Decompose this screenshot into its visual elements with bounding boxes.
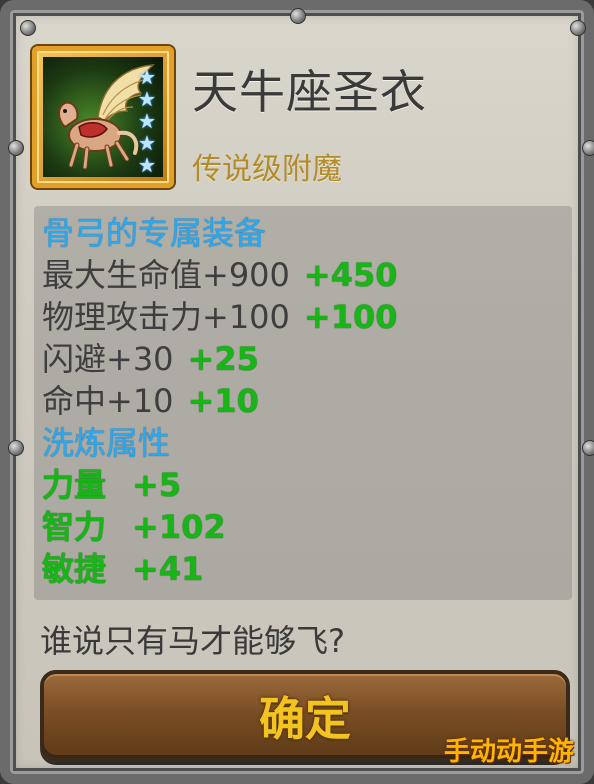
rivet-right-low <box>582 440 594 456</box>
exclusive-header: 骨弓的专属装备 <box>42 214 267 252</box>
stat-bonus: +100 <box>303 298 398 336</box>
refine-header: 洗炼属性 <box>42 424 171 462</box>
stat-bonus: +25 <box>187 340 259 378</box>
refine-row-strength: 力量 +5 <box>42 464 181 506</box>
refine-label: 力量 <box>42 466 107 504</box>
star-rating: ★ ★ ★ ★ ★ <box>133 67 161 175</box>
stat-row-physical-attack: 物理攻击力+100 +100 <box>42 296 398 338</box>
refine-bonus: +5 <box>132 466 182 504</box>
stat-bonus: +10 <box>187 382 259 420</box>
star-icon: ★ <box>138 131 156 155</box>
refine-row-agility: 敏捷 +41 <box>42 548 203 590</box>
refine-bonus: +102 <box>132 508 226 546</box>
refine-row-intelligence: 智力 +102 <box>42 506 226 548</box>
stat-row-max-hp: 最大生命值+900 +450 <box>42 254 398 296</box>
star-icon: ★ <box>138 87 156 111</box>
stat-row-dodge: 闪避+30 +25 <box>42 338 259 380</box>
item-detail-panel: ★ ★ ★ ★ ★ 天牛座圣衣 传说级附魔 骨弓的专属装备 最大生命值+900 +… <box>0 0 594 784</box>
refine-label: 敏捷 <box>42 550 107 588</box>
rivet-left-mid <box>8 140 24 156</box>
item-quality: 传说级附魔 <box>192 152 342 187</box>
star-icon: ★ <box>138 109 156 133</box>
rivet-top-center <box>290 8 306 24</box>
item-icon-frame: ★ ★ ★ ★ ★ <box>32 46 174 188</box>
stat-label: 最大生命值+900 <box>42 256 290 294</box>
refine-bonus: +41 <box>132 550 204 588</box>
item-name: 天牛座圣衣 <box>192 65 427 119</box>
stat-label: 闪避+30 <box>42 340 174 378</box>
refine-label: 智力 <box>42 508 107 546</box>
stat-label: 物理攻击力+100 <box>42 298 290 336</box>
winged-pegasus-icon: ★ ★ ★ ★ ★ <box>43 57 163 177</box>
rivet-top-right <box>570 20 586 36</box>
rivet-right-mid <box>582 140 594 156</box>
site-watermark: 手动动手游 <box>443 737 574 767</box>
stats-scroll-area[interactable]: 骨弓的专属装备 最大生命值+900 +450 物理攻击力+100 +100 闪避+3… <box>34 206 572 600</box>
stat-row-hit: 命中+10 +10 <box>42 380 259 422</box>
star-icon: ★ <box>138 65 156 89</box>
star-icon: ★ <box>138 153 156 177</box>
stat-bonus: +450 <box>303 256 398 294</box>
confirm-button-label: 确定 <box>259 692 351 746</box>
item-description: 谁说只有马才能够飞? <box>40 622 345 660</box>
rivet-top-left <box>20 20 36 36</box>
stat-label: 命中+10 <box>42 382 174 420</box>
rivet-left-low <box>8 440 24 456</box>
